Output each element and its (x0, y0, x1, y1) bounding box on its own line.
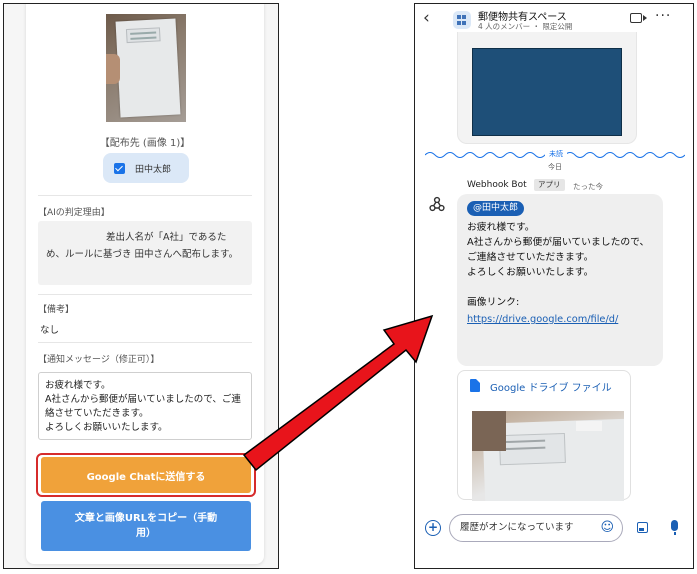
envelope (115, 18, 181, 118)
space-icon (453, 11, 471, 29)
divider (38, 342, 252, 343)
drive-file-card[interactable]: Google ドライブ ファイル (457, 370, 631, 501)
more-icon[interactable]: ··· (655, 8, 671, 24)
microphone-icon[interactable] (671, 520, 678, 535)
image-icon[interactable] (637, 522, 648, 533)
note-label: 【備考】 (38, 305, 75, 315)
image-link[interactable]: https://drive.google.com/file/d/ (467, 314, 618, 325)
hand (106, 54, 120, 84)
divider (38, 195, 252, 196)
divider (38, 294, 252, 295)
ai-reason-text: 差出人名が「A社」であるため、ルールに基づき 田中さんへ配布します。 (38, 221, 252, 285)
thumbnail-shadow (472, 411, 506, 451)
recipient-name: 田中太郎 (135, 164, 172, 175)
envelope-window (125, 27, 161, 44)
unread-divider: 未読 (415, 148, 693, 162)
previous-image[interactable] (472, 48, 622, 136)
webhook-icon (429, 196, 445, 212)
drive-thumbnail[interactable] (472, 411, 624, 501)
chat-panel: ‹ 郵便物共有スペース 4 人のメンバー ・ 限定公開 ··· 未読 今日 We… (414, 3, 694, 569)
drive-file-title[interactable]: Google ドライブ ファイル (490, 379, 612, 394)
checkbox-checked-icon[interactable] (114, 162, 125, 174)
emoji-icon[interactable]: ☺ (600, 521, 614, 535)
note-value: なし (40, 325, 60, 336)
mail-photo[interactable] (106, 14, 186, 122)
bot-message-bubble: @田中太郎 お疲れ様です。 A社さんから郵便が届いていましたので、ご連絡させてい… (457, 194, 663, 366)
message-time: たった今 (573, 182, 603, 191)
send-to-chat-button[interactable]: Google Chatに送信する (41, 457, 251, 493)
mention-chip[interactable]: @田中太郎 (467, 201, 525, 216)
envelope-window (498, 432, 566, 466)
add-icon[interactable]: + (425, 520, 441, 536)
video-call-icon[interactable] (630, 13, 647, 23)
unread-label: 未読 (545, 149, 567, 159)
message-input[interactable] (460, 522, 592, 533)
compose-field[interactable]: ☺ (449, 514, 623, 542)
chat-header: ‹ 郵便物共有スペース 4 人のメンバー ・ 限定公開 ··· (415, 4, 693, 34)
bot-name: Webhook Bot (467, 180, 527, 190)
destination-label: 【配布先 (画像 1)】 (99, 138, 191, 149)
message-label: 【通知メッセージ（修正可）】 (38, 355, 160, 365)
ai-reason-label: 【AIの判定理由】 (38, 208, 110, 218)
compose-bar: + ☺ (415, 512, 693, 548)
left-panel: 【配布先 (画像 1)】 田中太郎 【AIの判定理由】 差出人名が「A社」である… (3, 3, 279, 569)
recipient-chip[interactable]: 田中太郎 (103, 153, 189, 183)
date-separator: 今日 (548, 163, 562, 171)
drive-file-icon (470, 379, 480, 392)
copy-text-url-button[interactable]: 文章と画像URLをコピー（手動用） (41, 501, 251, 551)
previous-message-card (457, 32, 637, 144)
space-subtitle: 4 人のメンバー ・ 限定公開 (478, 22, 573, 31)
message-textarea[interactable]: お疲れ様です。 A社さんから郵便が届いていましたので、ご連絡させていただきます。… (38, 372, 252, 440)
thumbnail-tag (576, 421, 602, 431)
app-badge: アプリ (534, 179, 565, 191)
back-icon[interactable]: ‹ (423, 8, 430, 28)
message-body: お疲れ様です。 A社さんから郵便が届いていましたので、ご連絡させていただきます。… (467, 222, 650, 308)
